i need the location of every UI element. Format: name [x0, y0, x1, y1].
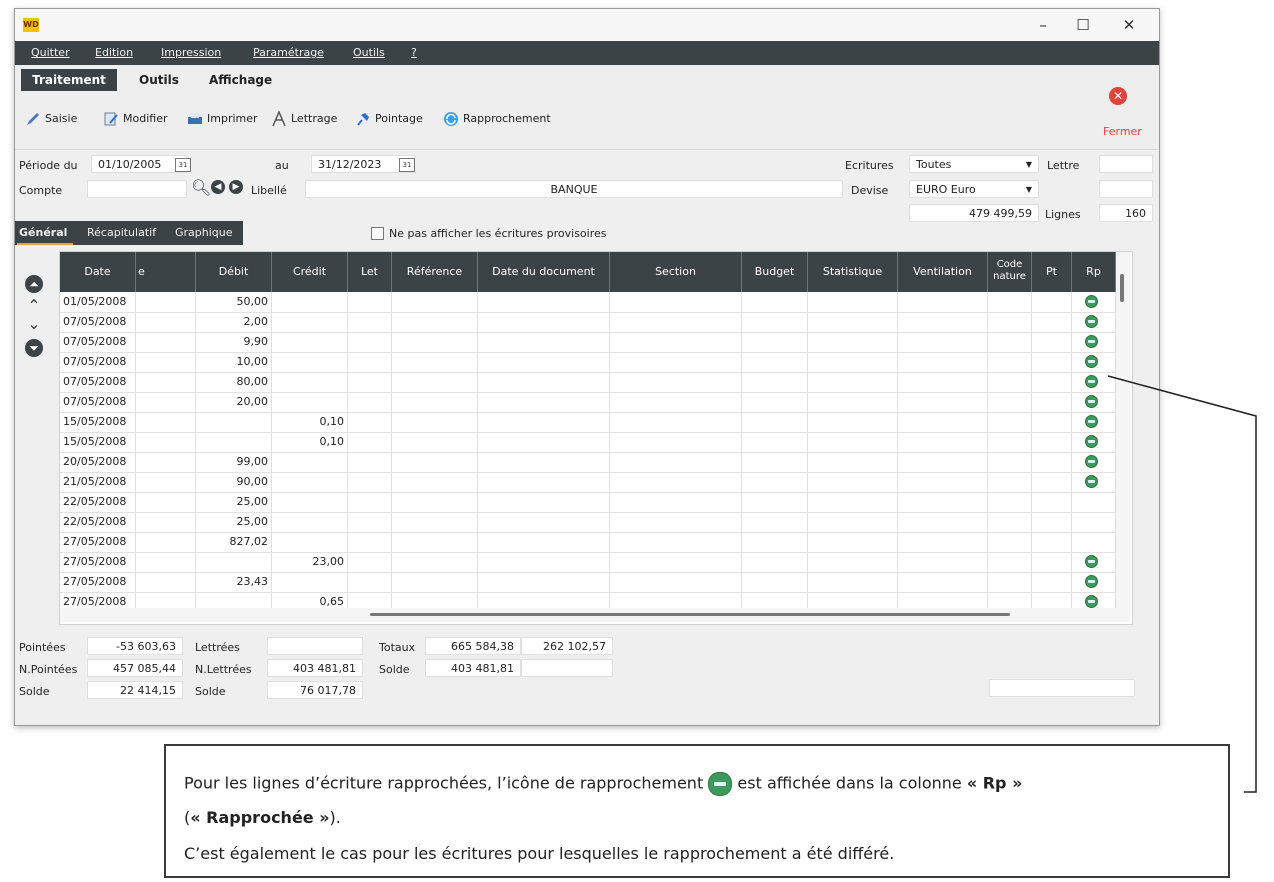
rapprochement-icon [708, 772, 733, 796]
note-rp-label: « Rp » [966, 773, 1023, 793]
note-line-1: Pour les lignes d’écriture rapprochées, … [184, 772, 1022, 796]
note-line-1a: Pour les lignes d’écriture rapprochées, … [184, 773, 704, 793]
note-rapprochee-label: « Rapprochée » [190, 808, 330, 827]
note-line-2c: ). [329, 808, 341, 827]
explanation-note: Pour les lignes d’écriture rapprochées, … [164, 744, 1230, 878]
note-line-1b: est affichée dans la colonne [737, 773, 962, 793]
note-line-2: (« Rapprochée »). [184, 808, 341, 827]
note-line-3: C’est également le cas pour les écriture… [184, 844, 895, 863]
